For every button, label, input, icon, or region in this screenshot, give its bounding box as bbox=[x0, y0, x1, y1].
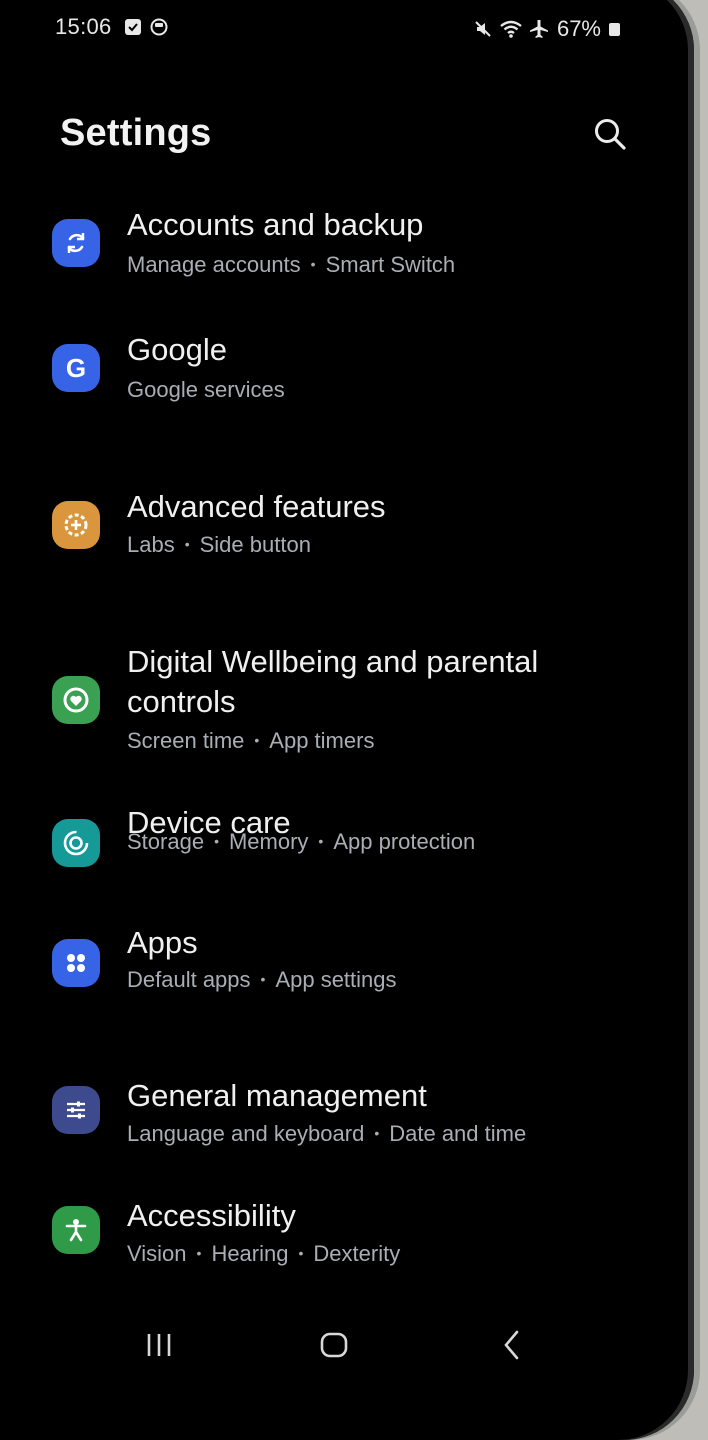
subtitle-part: Default apps bbox=[127, 967, 251, 992]
accessibility-icon bbox=[52, 1206, 100, 1254]
mute-icon bbox=[475, 21, 491, 37]
sliders-icon bbox=[52, 1086, 100, 1134]
settings-item-general-management[interactable]: General management Language and keyboard… bbox=[50, 1076, 650, 1156]
settings-item-google[interactable]: G Google Google services bbox=[50, 330, 650, 410]
item-title: Accounts and backup bbox=[127, 207, 424, 242]
subtitle-part: Dexterity bbox=[313, 1241, 401, 1266]
item-title: Advanced features bbox=[127, 489, 386, 524]
subtitle-part: Smart Switch bbox=[325, 252, 456, 277]
item-subtitle: Labs • Side button bbox=[127, 532, 311, 558]
separator-dot: • bbox=[260, 971, 266, 987]
google-icon: G bbox=[52, 344, 100, 392]
airplane-mode-icon bbox=[529, 20, 548, 38]
back-button[interactable] bbox=[486, 1320, 536, 1370]
apps-grid-icon bbox=[52, 939, 100, 987]
subtitle-part: Side button bbox=[199, 532, 311, 557]
settings-item-digital-wellbeing[interactable]: Digital Wellbeing and parental controls … bbox=[50, 642, 650, 762]
subtitle-part: Hearing bbox=[211, 1241, 289, 1266]
settings-item-advanced-features[interactable]: Advanced features Labs • Side button bbox=[50, 487, 650, 567]
device-care-icon bbox=[52, 819, 100, 867]
subtitle-part: Storage bbox=[127, 829, 205, 854]
subtitle-part: Vision bbox=[127, 1241, 187, 1266]
recent-apps-button[interactable] bbox=[134, 1320, 184, 1370]
item-subtitle: Manage accounts • Smart Switch bbox=[127, 252, 455, 278]
item-subtitle: Google services bbox=[127, 377, 285, 403]
item-title: Digital Wellbeing and parental controls bbox=[127, 644, 539, 719]
wifi-icon bbox=[500, 20, 522, 38]
separator-dot: • bbox=[184, 536, 190, 552]
home-icon bbox=[320, 1332, 348, 1358]
navigation-bar bbox=[0, 1320, 694, 1380]
item-title: General management bbox=[127, 1078, 427, 1113]
search-icon bbox=[595, 119, 626, 150]
settings-item-accounts-and-backup[interactable]: Accounts and backup Manage accounts • Smar… bbox=[50, 205, 650, 285]
item-subtitle: Vision • Hearing • Dexterity bbox=[127, 1241, 400, 1267]
subtitle-part: App protection bbox=[333, 829, 476, 854]
status-time: 15:06 bbox=[55, 14, 112, 39]
status-bar: 15:06 67% bbox=[0, 0, 694, 60]
page-title: Settings bbox=[60, 112, 212, 154]
subtitle-part: Memory bbox=[228, 829, 309, 854]
item-subtitle: Storage • Memory • App protection bbox=[127, 829, 475, 855]
separator-dot: • bbox=[310, 256, 316, 272]
phone-screen: 15:06 67% Settings Accounts and backup M… bbox=[0, 0, 694, 1440]
separator-dot: • bbox=[298, 1245, 304, 1261]
separator-dot: • bbox=[254, 732, 260, 748]
settings-item-accessibility[interactable]: Accessibility Vision • Hearing • Dexterity bbox=[50, 1196, 650, 1276]
plus-gear-icon bbox=[52, 501, 100, 549]
subtitle-part: Screen time bbox=[127, 728, 245, 753]
sync-icon bbox=[52, 219, 100, 267]
separator-dot: • bbox=[318, 833, 324, 849]
search-button[interactable] bbox=[590, 114, 630, 154]
subtitle-part: Manage accounts bbox=[127, 252, 301, 277]
status-right-icons: 67% bbox=[473, 16, 620, 42]
settings-item-apps[interactable]: Apps Default apps • App settings bbox=[50, 923, 650, 1003]
battery-icon bbox=[609, 22, 620, 36]
notification-icons bbox=[124, 18, 168, 36]
subtitle-part: Date and time bbox=[389, 1121, 527, 1146]
back-icon bbox=[504, 1330, 519, 1360]
subtitle-part: Google services bbox=[127, 377, 285, 402]
separator-dot: • bbox=[196, 1245, 202, 1261]
subtitle-part: Language and keyboard bbox=[127, 1121, 365, 1146]
item-title: Accessibility bbox=[127, 1198, 296, 1233]
home-button[interactable] bbox=[309, 1320, 359, 1370]
item-subtitle: Default apps • App settings bbox=[127, 967, 397, 993]
subtitle-part: App settings bbox=[275, 967, 397, 992]
subtitle-part: Labs bbox=[127, 532, 175, 557]
heart-ring-icon bbox=[52, 676, 100, 724]
separator-dot: • bbox=[374, 1125, 380, 1141]
item-title: Apps bbox=[127, 925, 198, 960]
subtitle-part: App timers bbox=[269, 728, 375, 753]
item-subtitle: Screen time • App timers bbox=[127, 728, 374, 754]
recent-apps-icon bbox=[147, 1334, 171, 1356]
item-subtitle: Language and keyboard • Date and time bbox=[127, 1121, 526, 1147]
separator-dot: • bbox=[214, 833, 219, 849]
battery-percentage: 67% bbox=[556, 16, 601, 41]
checklist-icon bbox=[125, 19, 141, 35]
item-title: Google bbox=[127, 332, 227, 367]
face-icon bbox=[150, 18, 168, 36]
